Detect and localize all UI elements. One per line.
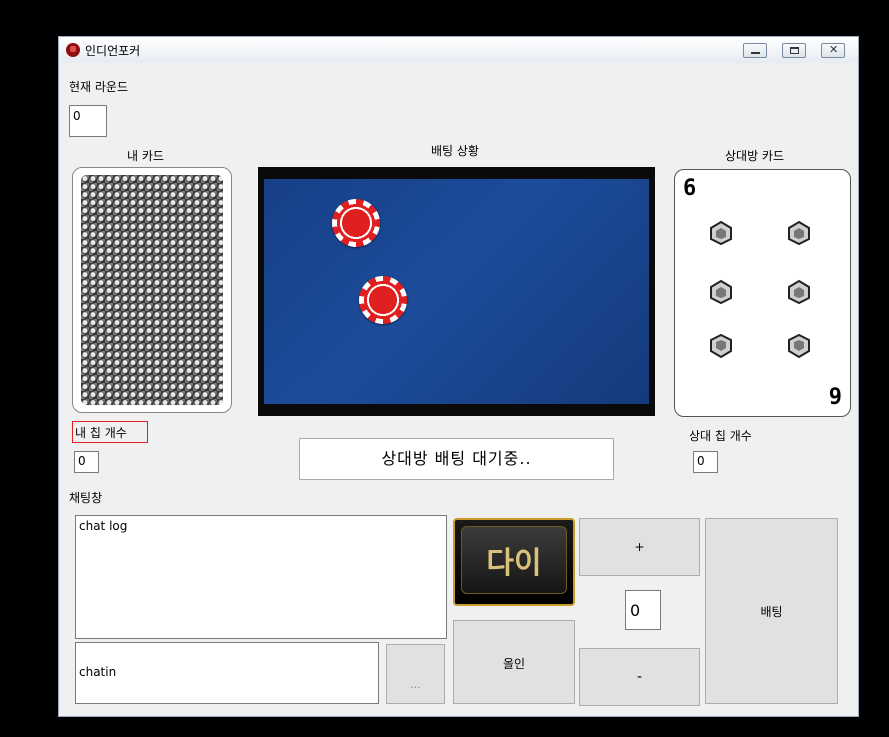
pip-icon: [788, 279, 810, 305]
game-window: 인디언포커 ✕ 현재 라운드 0 내 카드 배팅 상황 상대방 카드 6 9 내…: [58, 36, 859, 717]
die-button[interactable]: 다이: [453, 518, 575, 606]
opponent-chips-label: 상대 칩 개수: [689, 429, 752, 443]
chat-input[interactable]: chatin: [75, 642, 379, 704]
die-button-label: 다이: [461, 526, 567, 594]
minimize-button[interactable]: [743, 43, 767, 58]
status-message: 상대방 배팅 대기중..: [299, 438, 614, 480]
card-back-pattern: [81, 175, 223, 405]
pip-icon: [710, 220, 732, 246]
my-chips-label: 내 칩 개수: [75, 426, 127, 440]
round-label: 현재 라운드: [69, 80, 129, 94]
app-icon: [66, 43, 80, 57]
betting-status-label: 배팅 상황: [431, 144, 479, 158]
chip-icon: [332, 199, 380, 247]
chat-log[interactable]: chat log: [75, 515, 447, 639]
pip-icon: [788, 220, 810, 246]
close-icon: ✕: [829, 43, 839, 56]
close-button[interactable]: ✕: [821, 43, 845, 58]
opponent-card: 6 9: [674, 169, 851, 417]
my-card-label: 내 카드: [127, 149, 164, 163]
chat-send-button[interactable]: ...: [386, 644, 445, 704]
my-chips-value: 0: [74, 451, 99, 473]
window-title: 인디언포커: [85, 44, 141, 58]
title-bar: 인디언포커 ✕: [59, 37, 858, 63]
pip-icon: [788, 333, 810, 359]
maximize-button[interactable]: [782, 43, 806, 58]
maximize-icon: [790, 47, 799, 54]
opponent-card-label: 상대방 카드: [725, 149, 785, 163]
table-felt: [264, 179, 649, 404]
round-value: 0: [69, 105, 107, 137]
my-card: [72, 167, 232, 413]
allin-button[interactable]: 올인: [453, 620, 575, 704]
card-rank-top: 6: [683, 176, 697, 201]
minus-button[interactable]: -: [579, 648, 700, 706]
minimize-icon: [751, 52, 760, 54]
bet-button[interactable]: 배팅: [705, 518, 838, 704]
pip-icon: [710, 279, 732, 305]
card-rank-bottom: 9: [828, 385, 842, 410]
opponent-chips-value: 0: [693, 451, 718, 473]
pip-icon: [710, 333, 732, 359]
chip-icon: [359, 276, 407, 324]
betting-table: [258, 167, 655, 416]
bet-amount-field[interactable]: 0: [625, 590, 661, 630]
plus-button[interactable]: +: [579, 518, 700, 576]
chat-label: 채팅창: [69, 491, 103, 505]
